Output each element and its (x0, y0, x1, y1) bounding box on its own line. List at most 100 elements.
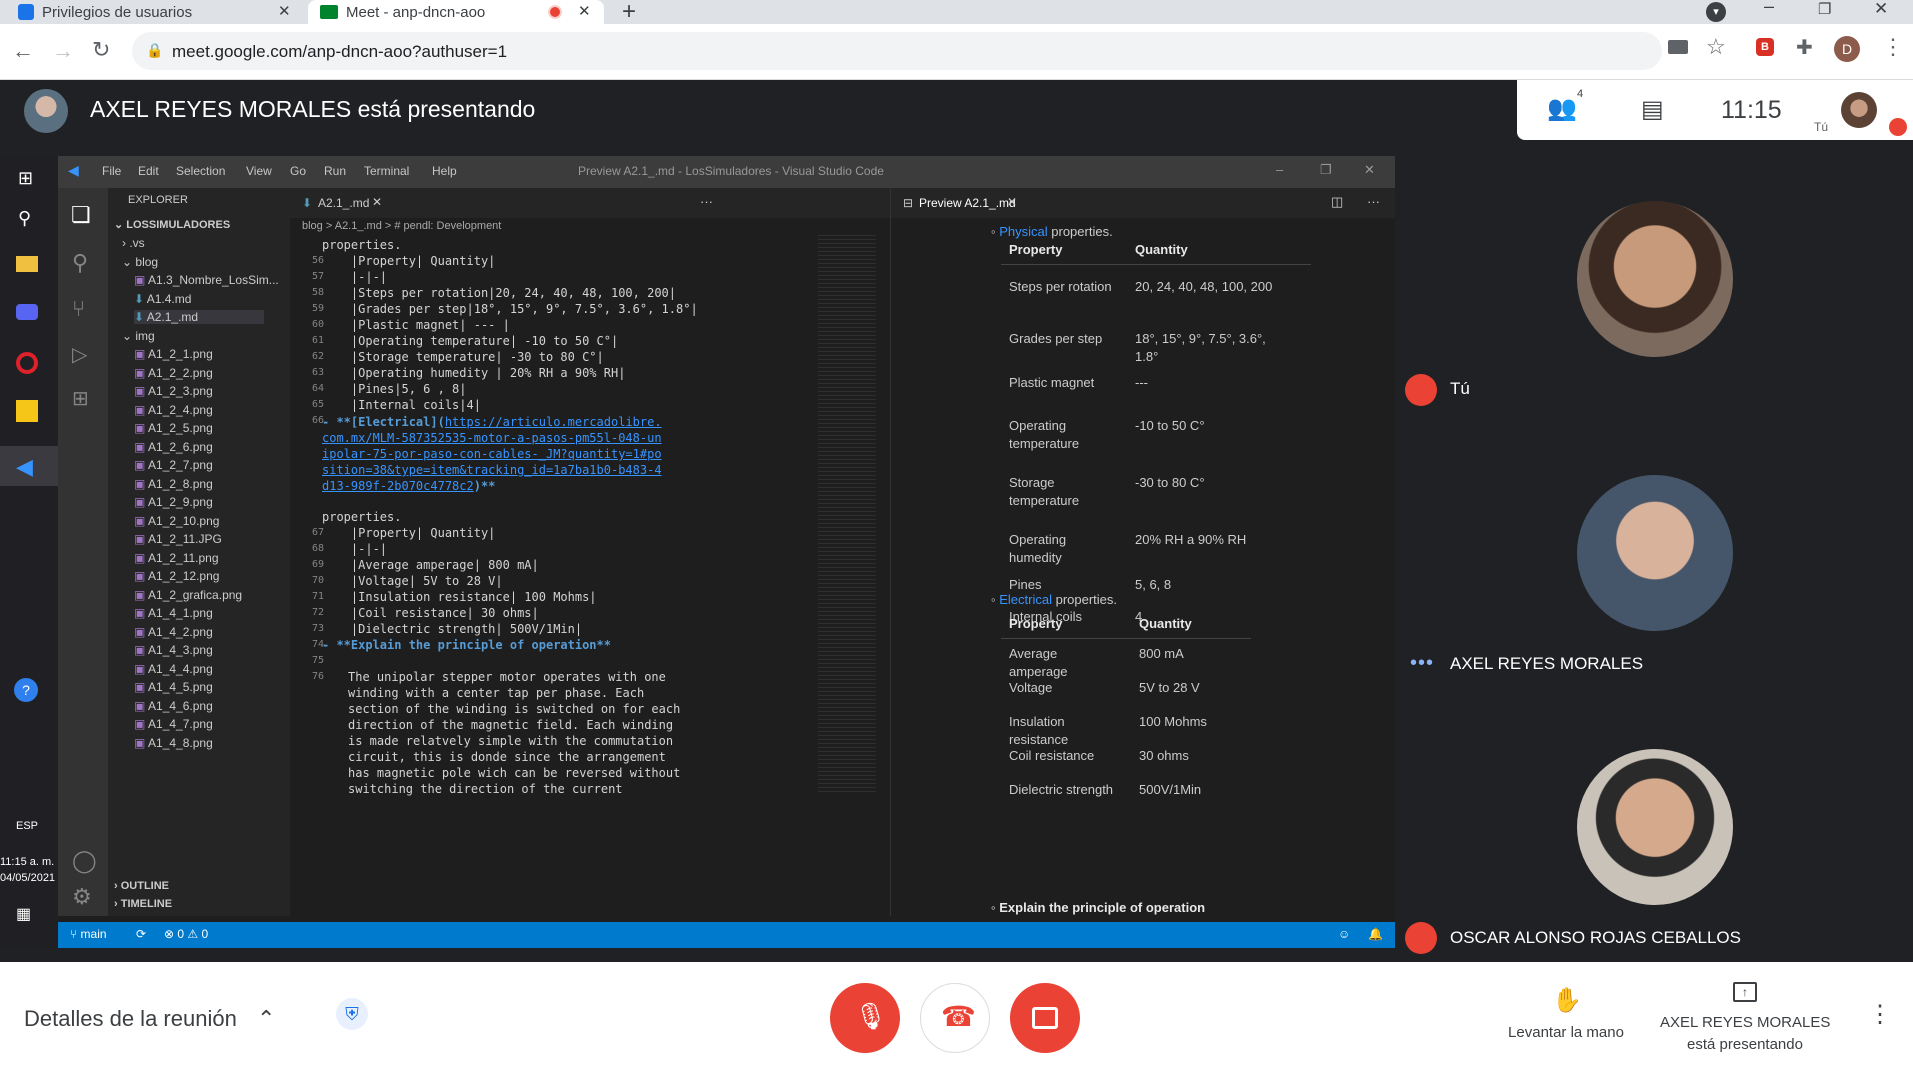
vscode-activity-bar: ❏ ⚲ ⑂ ▷ ⊞ ◯ ⚙ (58, 188, 108, 916)
minimize-icon[interactable]: – (1764, 0, 1774, 17)
participants-count: 4 (1577, 88, 1584, 100)
presenter-avatar (24, 89, 68, 133)
forward-icon[interactable]: → (52, 38, 74, 64)
code-link-line: - **[Electrical](https://articulo.mercad… (322, 414, 662, 494)
table-cell-quantity: -30 to 80 C° (1135, 475, 1205, 490)
physical-heading: ◦ Physical properties. (991, 224, 1113, 239)
breadcrumb: blog > A2.1_.md > # pendl: Development (302, 220, 502, 232)
camera-toggle-button[interactable] (1010, 983, 1080, 1053)
file-icon: ▣ (134, 550, 149, 565)
chrome-menu-icon[interactable]: ⋮ (1882, 34, 1904, 60)
more-options-icon[interactable]: ⋮ (1868, 1000, 1892, 1029)
table-cell-property: Voltage (1009, 680, 1053, 695)
table-cell-quantity: 30 ohms (1139, 748, 1189, 763)
tree-item-label: A1.4.md (146, 291, 192, 306)
camera-off-icon (1032, 1007, 1058, 1029)
menu-file: File (102, 164, 122, 178)
file-icon: ▣ (134, 402, 149, 417)
search-icon: ⚲ (72, 250, 89, 275)
close-tab-icon[interactable]: ✕ (578, 2, 591, 20)
tree-item: ▣ A1_4_4.png (134, 662, 213, 676)
url-text: meet.google.com/anp-dncn-aoo?authuser=1 (172, 42, 508, 61)
code-explain-line: - **Explain the principle of operation** (322, 638, 611, 652)
paragraph-line: switching the direction of the current (348, 782, 623, 796)
close-window-icon[interactable]: ✕ (1874, 0, 1888, 19)
tree-item: ▣ A1_4_3.png (134, 643, 213, 657)
restore-icon[interactable]: ❐ (1818, 0, 1831, 18)
editor-tab-label: A2.1_.md (318, 196, 370, 210)
markdown-preview: ⊟ Preview A2.1_.md ✕ ◫ ··· ◦ Physical pr… (890, 188, 1395, 916)
table-cell-property: Plastic magnet (1009, 375, 1095, 390)
presenting-line1[interactable]: AXEL REYES MORALES (1660, 1014, 1830, 1031)
leave-call-button[interactable]: ☎ (920, 983, 990, 1053)
extensions-puzzle-icon[interactable]: ✚ (1796, 35, 1813, 60)
tree-item-label: blog (135, 254, 159, 269)
profile-avatar[interactable]: D (1834, 36, 1860, 62)
table-cell-quantity: 20, 24, 40, 48, 100, 200 (1135, 279, 1273, 294)
raise-hand-label[interactable]: Levantar la mano (1500, 1024, 1632, 1041)
tree-item: ▣ A1_2_10.png (134, 514, 219, 528)
tree-item-label: A1_2_12.png (148, 569, 220, 583)
tree-item: ⬇ A1.4.md (134, 292, 191, 306)
tree-item: ⌄ img (122, 329, 155, 343)
chat-icon[interactable]: ▤ (1641, 95, 1664, 124)
meeting-controls-bar: Detalles de la reunión ⌃ ⛨ 🎙 ☎ ✋ Levanta… (0, 962, 1913, 1071)
file-icon: ▣ (134, 735, 149, 750)
tree-item: ▣ A1_2_7.png (134, 458, 213, 472)
url-field[interactable]: 🔒 meet.google.com/anp-dncn-aoo?authuser=… (132, 32, 1662, 70)
tab-search-icon[interactable]: ▾ (1706, 2, 1726, 22)
table-divider (1001, 264, 1311, 265)
more-actions-icon: ··· (700, 194, 713, 209)
problems-indicator: ⊗ 0 ⚠ 0 (164, 927, 209, 941)
code-line: |Average amperage| 800 mA| (322, 558, 539, 572)
people-icon[interactable]: 👥 (1547, 94, 1577, 123)
line-number: 75 (312, 655, 325, 666)
tree-item-label: A1_2_1.png (148, 347, 213, 361)
presenting-line2[interactable]: está presentando (1660, 1036, 1830, 1053)
tree-item-label: A1_2_5.png (148, 421, 213, 435)
mic-toggle-button[interactable]: 🎙 (830, 983, 900, 1053)
tree-item-label: A1_4_7.png (148, 717, 213, 731)
table-header-quantity: Quantity (1135, 242, 1188, 257)
folder-chevron-icon: ⌄ (122, 254, 136, 269)
file-icon: ▣ (134, 458, 149, 472)
present-screen-icon[interactable]: ↑ (1733, 982, 1757, 1002)
presenter-header: AXEL REYES MORALES está presentando (0, 80, 1517, 140)
tree-item-label: A1_4_1.png (148, 606, 213, 620)
electrical-heading: ◦ Electrical properties. (991, 592, 1118, 607)
camera-indicator-icon[interactable] (1668, 40, 1688, 54)
new-tab-icon[interactable]: + (622, 0, 636, 26)
tree-item: › .vs (122, 236, 145, 250)
table-cell-property: Steps per rotation (1009, 279, 1112, 294)
file-icon: ▣ (134, 439, 149, 454)
participant-name-axel: AXEL REYES MORALES (1450, 654, 1644, 673)
meeting-details-button[interactable]: Detalles de la reunión ⌃ (24, 1006, 275, 1032)
tree-item: ▣ A1_4_7.png (134, 717, 213, 731)
bookmark-star-icon[interactable]: ☆ (1706, 34, 1726, 60)
self-thumb-avatar[interactable] (1841, 92, 1877, 128)
participant-avatar-oscar (1577, 749, 1733, 905)
security-shield-icon[interactable]: ⛨ (336, 998, 368, 1030)
paragraph-line: direction of the magnetic field. Each wi… (348, 718, 674, 732)
root-folder: ⌄ LOSSIMULADORES (114, 219, 231, 231)
back-icon[interactable]: ← (12, 38, 34, 64)
electrical-suffix: properties. (1051, 592, 1118, 607)
windows-start-icon: ⊞ (18, 168, 34, 188)
tree-item-label: A1_2_8.png (148, 476, 213, 491)
reload-icon[interactable]: ↻ (92, 37, 110, 63)
table-cell-property: Average amperage (1009, 646, 1068, 679)
tab-privilegios[interactable]: Privilegios de usuarios (18, 0, 298, 24)
raise-hand-icon[interactable]: ✋ (1552, 986, 1582, 1015)
split-editor-icon: ◫ (1331, 194, 1344, 209)
extension-b-icon[interactable]: B (1756, 38, 1774, 56)
tree-item: ▣ A1_2_grafica.png (134, 588, 242, 602)
tree-item: ▣ A1.3_Nombre_LosSim... (134, 273, 279, 287)
vscode-icon: ◀ (16, 454, 33, 479)
tree-item-label: A2.1_.md (146, 310, 199, 324)
table-cell-property: Dielectric strength (1009, 782, 1114, 797)
close-tab-icon[interactable]: ✕ (278, 2, 291, 20)
mic-off-icon (1405, 374, 1437, 406)
presenter-title: AXEL REYES MORALES está presentando (90, 96, 536, 122)
file-icon: ▣ (134, 495, 149, 509)
paragraph-line: section of the winding is switched on fo… (348, 702, 681, 716)
